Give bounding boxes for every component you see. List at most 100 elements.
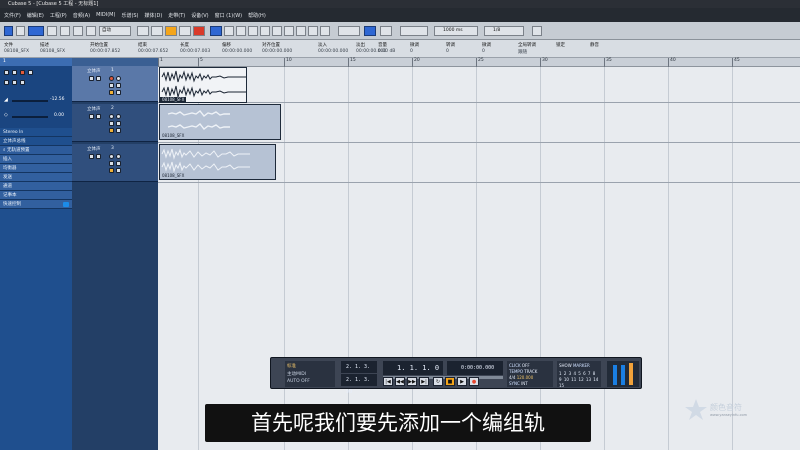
menu-edit[interactable]: 编辑(E) (27, 12, 44, 19)
rewind-button[interactable]: ◀◀ (395, 377, 405, 386)
write-automation-button[interactable] (12, 80, 17, 85)
quantize-select[interactable]: 1/8 (484, 26, 524, 36)
view-inspector-button[interactable] (28, 26, 44, 36)
activate-project-button[interactable] (4, 26, 13, 36)
track-monitor-button[interactable] (116, 154, 121, 159)
inspector-section-quick-controls[interactable]: 快速控制 (0, 200, 72, 209)
track-solo-button[interactable] (96, 154, 101, 159)
track-read-button[interactable] (109, 161, 114, 166)
info-mute[interactable]: 静音 (590, 42, 599, 49)
rewind-button[interactable] (151, 26, 163, 36)
menu-audio[interactable]: 音频(A) (73, 12, 90, 19)
play-button[interactable] (179, 26, 191, 36)
track-solo-button[interactable] (96, 114, 101, 119)
view-overview-button[interactable] (60, 26, 70, 36)
track-lock-icon[interactable] (109, 128, 114, 133)
mute-tool[interactable] (284, 26, 294, 36)
signature-value[interactable]: 4/4 (509, 375, 515, 380)
menu-project[interactable]: 工程(P) (50, 12, 67, 19)
info-length[interactable]: 长度 00:00:07.003 (180, 42, 210, 54)
menu-devices[interactable]: 设备(V) (191, 12, 208, 19)
split-tool[interactable] (236, 26, 246, 36)
glue-tool[interactable] (248, 26, 258, 36)
zoom-tool[interactable] (272, 26, 282, 36)
volume-slider[interactable] (12, 100, 48, 102)
track-write-button[interactable] (116, 83, 121, 88)
track-mute-button[interactable] (89, 76, 94, 81)
secondary-time-display[interactable]: 0:00:00.000 (447, 361, 503, 375)
menu-file[interactable]: 文件(F) (4, 12, 21, 19)
menu-window[interactable]: 窗口 (1)(W) (215, 12, 243, 19)
info-description[interactable]: 描述 08108_SFX (40, 42, 65, 54)
track-row[interactable]: 立体声 2 (72, 104, 158, 142)
info-transpose[interactable]: 转调 0 (446, 42, 455, 54)
left-locator-display[interactable]: 2. 1. 3. 90 (341, 361, 377, 382)
info-end[interactable]: 结束 00:00:07.652 (138, 42, 168, 54)
track-solo-button[interactable] (96, 76, 101, 81)
timeline-ruler[interactable]: 1 5 10 15 20 25 30 35 40 45 (158, 58, 800, 67)
constrain-delay-button[interactable] (16, 26, 25, 36)
record-button[interactable] (193, 26, 205, 36)
stop-button[interactable]: ■ (445, 377, 455, 386)
stop-button[interactable] (165, 26, 177, 36)
right-locator-display[interactable]: 2. 1. 3. 90 (341, 374, 377, 395)
grid-type-select[interactable] (400, 26, 428, 36)
fast-forward-button[interactable]: ▶▶ (407, 377, 417, 386)
track-monitor-button[interactable] (116, 114, 121, 119)
transport-auto-state[interactable]: OFF (301, 379, 310, 384)
inspector-section-eq[interactable]: 均衡器 (0, 164, 72, 173)
marker-numbers[interactable]: 1 2 3 4 5 6 7 8 9 10 11 12 13 14 15 (559, 371, 599, 389)
read-automation-button[interactable] (4, 80, 9, 85)
track-read-button[interactable] (109, 83, 114, 88)
record-button[interactable]: ● (469, 377, 479, 386)
grid-value-select[interactable]: 1000 ms (434, 26, 478, 36)
input-routing-select[interactable]: Stereo In (0, 128, 72, 137)
play-button[interactable]: ▶ (457, 377, 467, 386)
record-enable-button[interactable] (20, 70, 25, 75)
track-lanes-button[interactable] (116, 90, 121, 95)
menu-score[interactable]: 乐谱(S) (121, 12, 138, 19)
audio-event[interactable]: 08108_SFX (159, 67, 247, 103)
inspector-section-notepad[interactable]: 记事本 (0, 191, 72, 200)
info-fine[interactable]: 微调 0 (482, 42, 491, 54)
view-pool-button[interactable] (73, 26, 83, 36)
info-offset[interactable]: 偏移 00:00:00.000 (222, 42, 252, 54)
track-monitor-button[interactable] (116, 76, 121, 81)
range-selection-tool[interactable] (224, 26, 234, 36)
inspector-section-sends[interactable]: 发送 (0, 173, 72, 182)
track-row[interactable]: 立体声 3 (72, 144, 158, 182)
monitor-button[interactable] (28, 70, 33, 75)
inspector-section-inserts[interactable]: 插入 (0, 155, 72, 164)
solo-button[interactable] (12, 70, 17, 75)
info-fade-in[interactable]: 淡入 00:00:00.000 (318, 42, 348, 54)
track-record-button[interactable] (109, 114, 114, 119)
play-tool[interactable] (320, 26, 330, 36)
track-mute-button[interactable] (89, 154, 94, 159)
track-lock-icon[interactable] (109, 90, 114, 95)
object-selection-tool[interactable] (210, 26, 222, 36)
info-file[interactable]: 文件 08108_SFX (4, 42, 29, 54)
track-record-button[interactable] (109, 154, 114, 159)
info-snap[interactable]: 对齐位置 00:00:00.000 (262, 42, 292, 54)
menu-midi[interactable]: MIDI(M) (96, 12, 115, 18)
info-volume[interactable]: 音量 0.00 dB (378, 42, 395, 54)
track-write-button[interactable] (116, 161, 121, 166)
menu-media[interactable]: 媒体(D) (145, 12, 163, 19)
output-routing-select[interactable]: 立体声总线 (0, 137, 72, 146)
track-preset-select[interactable]: ⌕ 无轨道预置 (0, 146, 72, 155)
go-to-start-button[interactable] (137, 26, 149, 36)
go-to-end-button[interactable]: ▶| (419, 377, 429, 386)
audio-event[interactable]: 08108_SFX (159, 144, 276, 180)
primary-time-display[interactable]: 1. 1. 1. 0 (383, 361, 443, 375)
track-row[interactable]: 立体声 1 (72, 66, 158, 102)
automation-mode-select[interactable]: 自动 (99, 26, 131, 36)
track-write-button[interactable] (116, 121, 121, 126)
track-record-button[interactable] (109, 76, 114, 81)
tempo-label[interactable]: TEMPO (509, 369, 523, 374)
sync-label[interactable]: SYNC (509, 381, 520, 386)
menu-transport[interactable]: 走带(T) (168, 12, 185, 19)
mute-button[interactable] (4, 70, 9, 75)
inspector-section-channel[interactable]: 通道 (0, 182, 72, 191)
info-global-transpose[interactable]: 全局转调 跟随 (518, 42, 536, 55)
view-mixer-button[interactable] (86, 26, 96, 36)
